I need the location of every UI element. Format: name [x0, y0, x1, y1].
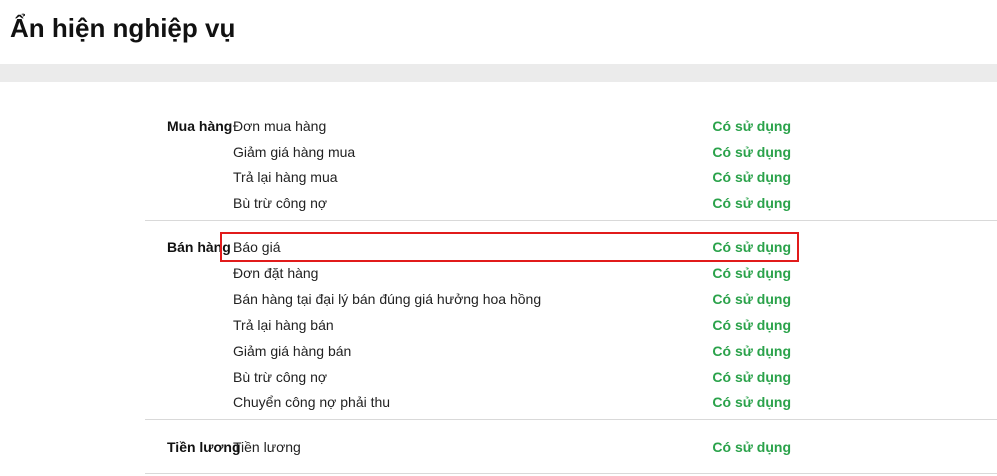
status-toggle[interactable]: Có sử dụng: [712, 368, 791, 386]
item-label: Chuyển công nợ phải thu: [233, 394, 391, 410]
list-item[interactable]: Trả lại hàng bán Có sử dụng: [222, 312, 797, 338]
list-item[interactable]: Trả lại hàng mua Có sử dụng: [222, 164, 797, 190]
list-item[interactable]: Bán hàng tại đại lý bán đúng giá hưởng h…: [222, 286, 797, 312]
list-item-highlighted[interactable]: Báo giá Có sử dụng: [220, 232, 799, 262]
item-label: Trả lại hàng mua: [233, 169, 338, 185]
status-toggle[interactable]: Có sử dụng: [712, 264, 791, 282]
item-label: Bù trừ công nợ: [233, 369, 328, 385]
item-label: Báo giá: [233, 239, 281, 255]
item-label: Giảm giá hàng bán: [233, 343, 352, 359]
item-label: Đơn đặt hàng: [233, 265, 319, 281]
list-item[interactable]: Giảm giá hàng bán Có sử dụng: [222, 338, 797, 364]
page: Ẩn hiện nghiệp vụ Mua hàng Đơn mua hàng …: [0, 0, 997, 476]
item-label: Đơn mua hàng: [233, 118, 327, 134]
list-item[interactable]: Đơn mua hàng Có sử dụng: [222, 113, 797, 139]
item-label: Trả lại hàng bán: [233, 317, 334, 333]
list-item[interactable]: Bù trừ công nợ Có sử dụng: [222, 364, 797, 390]
status-toggle[interactable]: Có sử dụng: [712, 342, 791, 360]
status-toggle[interactable]: Có sử dụng: [712, 117, 791, 135]
item-label: Bù trừ công nợ: [233, 195, 328, 211]
header-divider-band: [0, 64, 997, 82]
list-item[interactable]: Giảm giá hàng mua Có sử dụng: [222, 139, 797, 165]
status-toggle[interactable]: Có sử dụng: [712, 168, 791, 186]
list-item[interactable]: Bù trừ công nợ Có sử dụng: [222, 190, 797, 216]
item-label: Giảm giá hàng mua: [233, 144, 356, 160]
status-toggle[interactable]: Có sử dụng: [712, 194, 791, 212]
status-toggle[interactable]: Có sử dụng: [712, 438, 791, 456]
status-toggle[interactable]: Có sử dụng: [712, 143, 791, 161]
settings-panel: Mua hàng Đơn mua hàng Có sử dụng Giảm gi…: [0, 82, 997, 476]
page-title: Ẩn hiện nghiệp vụ: [10, 13, 236, 43]
status-toggle[interactable]: Có sử dụng: [712, 290, 791, 308]
list-item[interactable]: Tiền lương Có sử dụng: [222, 434, 797, 460]
list-item[interactable]: Chuyển công nợ phải thu Có sử dụng: [222, 389, 797, 415]
item-label: Bán hàng tại đại lý bán đúng giá hưởng h…: [233, 291, 542, 307]
status-toggle[interactable]: Có sử dụng: [712, 238, 791, 256]
status-toggle[interactable]: Có sử dụng: [712, 393, 791, 411]
item-label: Tiền lương: [233, 439, 301, 455]
status-toggle[interactable]: Có sử dụng: [712, 316, 791, 334]
list-item[interactable]: Đơn đặt hàng Có sử dụng: [222, 260, 797, 286]
